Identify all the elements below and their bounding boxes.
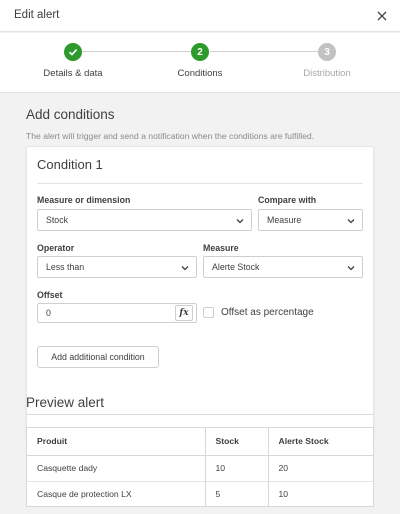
- table-row: Casquette dady 10 20: [27, 454, 373, 481]
- add-conditions-description: The alert will trigger and send a notifi…: [26, 131, 315, 141]
- step-1-complete-icon[interactable]: [64, 43, 82, 61]
- measure-select[interactable]: Alerte Stock: [203, 256, 363, 278]
- measure-value: Alerte Stock: [212, 262, 260, 272]
- dialog-header: Edit alert: [0, 0, 400, 32]
- chevron-down-icon: [347, 219, 355, 224]
- column-header-produit[interactable]: Produit: [27, 428, 205, 456]
- preview-divider: [26, 414, 374, 415]
- compare-with-value: Measure: [267, 215, 302, 225]
- table-cell: 20: [267, 454, 373, 481]
- close-button[interactable]: [372, 6, 392, 26]
- condition-card: Condition 1 Measure or dimension Stock C…: [26, 146, 374, 436]
- compare-with-label: Compare with: [258, 195, 317, 205]
- operator-label: Operator: [37, 243, 75, 253]
- step-3-label: Distribution: [303, 68, 351, 79]
- stepper: 2 3 Details & data Conditions Distributi…: [0, 33, 400, 93]
- dialog-title: Edit alert: [14, 9, 60, 21]
- step-3-number[interactable]: 3: [318, 43, 336, 61]
- operator-select[interactable]: Less than: [37, 256, 197, 278]
- table-cell: Casque de protection LX: [27, 480, 205, 507]
- table-cell: 10: [204, 454, 268, 481]
- offset-label: Offset: [37, 290, 63, 300]
- table-row: Casque de protection LX 5 10: [27, 480, 373, 507]
- preview-alert-title: Preview alert: [26, 395, 105, 410]
- measure-or-dimension-value: Stock: [46, 215, 69, 225]
- close-icon: [377, 11, 387, 21]
- offset-input[interactable]: 0: [37, 303, 197, 323]
- preview-table: Produit Stock Alerte Stock Casquette dad…: [26, 427, 374, 507]
- column-header-alerte-stock[interactable]: Alerte Stock: [267, 428, 373, 456]
- measure-label: Measure: [203, 243, 239, 253]
- step-1-label: Details & data: [43, 68, 103, 79]
- column-header-stock[interactable]: Stock: [204, 428, 268, 456]
- compare-with-select[interactable]: Measure: [258, 209, 363, 231]
- measure-or-dimension-select[interactable]: Stock: [37, 209, 252, 231]
- add-conditions-title: Add conditions: [26, 107, 115, 122]
- condition-title: Condition 1: [37, 157, 103, 172]
- checkmark-icon: [68, 49, 78, 56]
- fx-expression-button[interactable]: fx: [175, 305, 193, 321]
- fx-icon: fx: [179, 308, 189, 318]
- step-connector: [82, 51, 192, 52]
- offset-value: 0: [46, 308, 51, 318]
- offset-as-percentage-label[interactable]: Offset as percentage: [221, 307, 314, 318]
- offset-as-percentage-checkbox[interactable]: [203, 307, 214, 318]
- step-2-label: Conditions: [177, 68, 223, 79]
- chevron-down-icon: [181, 266, 189, 271]
- step-connector: [210, 51, 318, 52]
- table-cell: 10: [267, 480, 373, 507]
- table-cell: 5: [204, 480, 268, 507]
- table-cell: Casquette dady: [27, 454, 205, 481]
- step-2-number[interactable]: 2: [191, 43, 209, 61]
- dialog-content: Add conditions The alert will trigger an…: [0, 94, 400, 514]
- measure-or-dimension-label: Measure or dimension: [37, 195, 131, 205]
- add-additional-condition-button[interactable]: Add additional condition: [37, 346, 159, 368]
- chevron-down-icon: [347, 266, 355, 271]
- table-header-row: Produit Stock Alerte Stock: [27, 428, 373, 456]
- chevron-down-icon: [236, 219, 244, 224]
- card-divider: [37, 183, 363, 184]
- operator-value: Less than: [46, 262, 85, 272]
